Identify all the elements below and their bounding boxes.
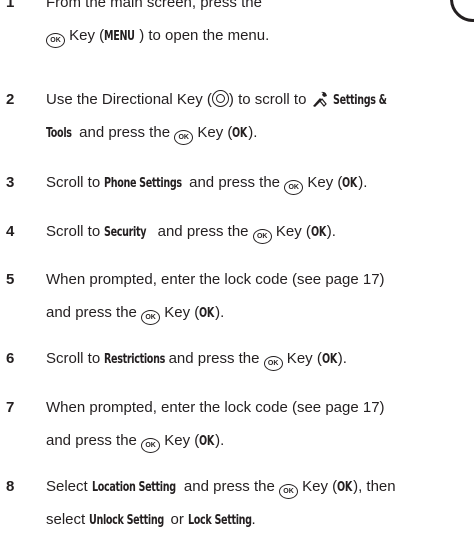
menu-keyword: Phone Settings: [104, 176, 183, 191]
step-text: Key (: [282, 350, 322, 367]
menu-keyword: Security: [104, 225, 147, 240]
step-text-line: and press the OK Key (OK).: [46, 299, 474, 327]
step-text-line: Tools and press the OK Key (OK).: [46, 119, 474, 147]
menu-keyword: OK: [321, 352, 337, 367]
step-text: Scroll to: [46, 223, 105, 240]
menu-keyword: OK: [199, 434, 215, 449]
ok-key-icon: OK: [263, 356, 283, 371]
step-text: ).: [337, 350, 347, 367]
step-text: Key (: [193, 124, 233, 141]
menu-keyword: Tools: [46, 126, 72, 141]
step-text: When prompted, enter the lock code (see …: [46, 399, 385, 416]
step-text-line: Scroll to Security and press the OK Key …: [46, 218, 474, 246]
step-text: Use the Directional Key (: [46, 91, 212, 108]
ok-key-icon: OK: [141, 310, 161, 325]
step-number: 3: [6, 174, 15, 191]
step-text: and press the: [46, 304, 142, 321]
step-text-line: From the main screen, press the: [46, 0, 474, 16]
menu-keyword: OK: [199, 306, 215, 321]
step-number: 8: [6, 478, 15, 495]
step-text: or: [166, 511, 189, 528]
directional-key-icon: [211, 90, 229, 107]
step-text-line: Select Location Setting and press the OK…: [46, 473, 474, 501]
step-text: Key (: [65, 27, 105, 44]
step-text: Key (: [160, 432, 200, 449]
menu-keyword: Settings &: [332, 93, 387, 108]
step-text: and press the: [164, 350, 264, 367]
step-text: ) to scroll to: [228, 91, 311, 108]
step-number: 2: [6, 91, 15, 108]
step-text: and press the: [46, 432, 142, 449]
menu-keyword: OK: [310, 225, 326, 240]
ok-key-icon: OK: [141, 438, 161, 453]
step-number: 7: [6, 399, 15, 416]
step-text: Key (: [303, 174, 343, 191]
step-text-line: When prompted, enter the lock code (see …: [46, 266, 474, 293]
step-text: Scroll to: [46, 174, 105, 191]
menu-keyword: Restrictions: [104, 352, 166, 367]
step-text: Key (: [271, 223, 311, 240]
step-text: When prompted, enter the lock code (see …: [46, 271, 385, 288]
step-text-line: Scroll to Restrictions and press the OK …: [46, 345, 474, 373]
settings-tools-icon: [311, 91, 329, 108]
step-text: Select: [46, 478, 92, 495]
ok-key-icon: OK: [174, 130, 194, 145]
step-text-line: Use the Directional Key () to scroll to …: [46, 86, 474, 114]
step-text: and press the: [153, 223, 253, 240]
ok-key-icon: OK: [252, 229, 272, 244]
step-text-line: Scroll to Phone Settings and press the O…: [46, 169, 474, 197]
ok-key-icon: OK: [284, 180, 304, 195]
menu-keyword: OK: [337, 480, 353, 495]
step-text: select: [46, 511, 90, 528]
step-text: and press the: [179, 478, 279, 495]
menu-keyword: Location Setting: [91, 480, 176, 495]
step-text: ) to open the menu.: [139, 27, 270, 44]
step-number: 6: [6, 350, 15, 367]
step-text-line: OK Key (MENU ) to open the menu.: [46, 22, 474, 50]
menu-keyword: OK: [232, 126, 248, 141]
menu-keyword: OK: [342, 176, 358, 191]
menu-keyword: Unlock Setting: [89, 513, 165, 528]
step-number: 4: [6, 223, 15, 240]
step-text: ).: [215, 304, 225, 321]
step-text: ), then: [353, 478, 396, 495]
step-text: and press the: [74, 124, 175, 141]
step-text: Key (: [160, 304, 200, 321]
step-number: 1: [6, 0, 15, 11]
menu-keyword: Lock Setting: [188, 513, 252, 528]
step-text: ).: [326, 223, 336, 240]
step-text-line: select Unlock Setting or Lock Setting.: [46, 506, 474, 534]
ok-key-icon: OK: [279, 484, 298, 499]
step-text: ).: [358, 174, 368, 191]
step-text: Key (: [298, 478, 338, 495]
step-text-line: and press the OK Key (OK).: [46, 427, 474, 455]
ok-key-icon: OK: [46, 33, 65, 48]
step-text: ).: [215, 432, 225, 449]
step-number: 5: [6, 271, 15, 288]
menu-keyword: MENU: [104, 29, 135, 44]
step-text: ).: [248, 124, 258, 141]
step-text: Scroll to: [46, 350, 105, 367]
step-text: From the main screen, press the: [46, 0, 262, 11]
step-text: .: [251, 511, 256, 528]
step-text: and press the: [184, 174, 285, 191]
step-text-line: When prompted, enter the lock code (see …: [46, 394, 474, 421]
